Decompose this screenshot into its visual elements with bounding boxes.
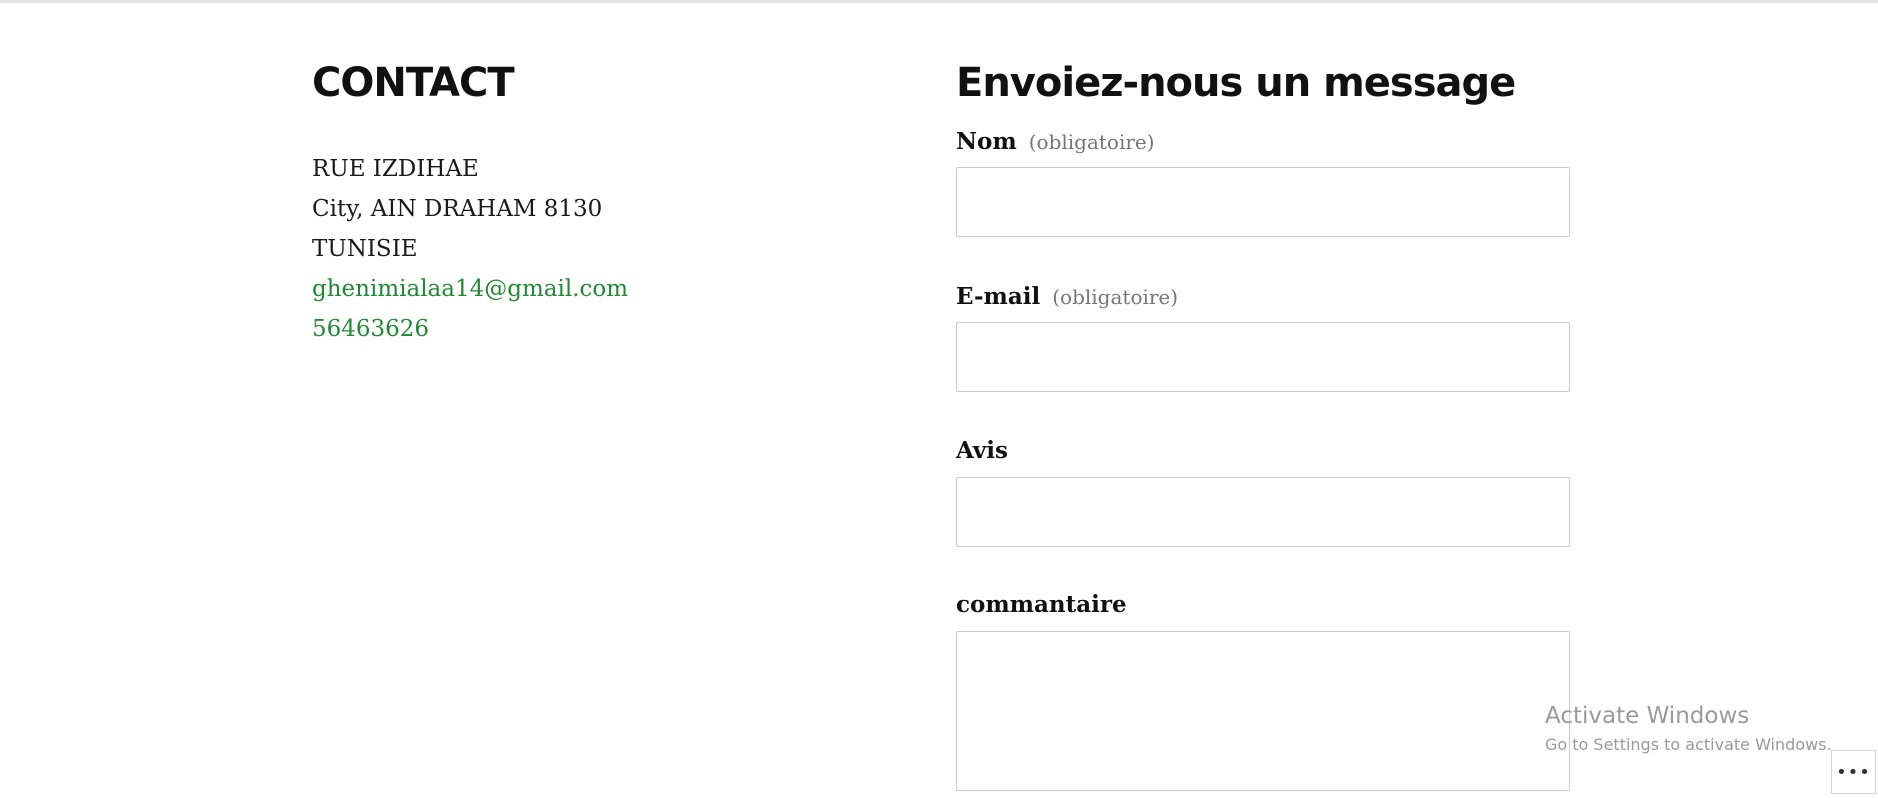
top-divider: [0, 0, 1878, 3]
comment-label: commantaire: [956, 591, 1127, 618]
ellipsis-icon: •••: [1836, 761, 1871, 783]
watermark-title: Activate Windows: [1545, 703, 1750, 729]
watermark-subtitle: Go to Settings to activate Windows.: [1545, 735, 1832, 754]
email-label-text: E-mail: [956, 283, 1041, 310]
address-line-2: City, AIN DRAHAM 8130: [312, 196, 603, 222]
contact-title: CONTACT: [312, 60, 515, 106]
contact-section: CONTACT RUE IZDIHAE City, AIN DRAHAM 813…: [312, 55, 872, 349]
more-options-button[interactable]: •••: [1831, 750, 1876, 794]
email-input[interactable]: [956, 322, 1570, 392]
form-title: Envoiez-nous un message: [956, 60, 1516, 106]
address-line-1: RUE IZDIHAE: [312, 156, 479, 182]
name-required-hint: (obligatoire): [1028, 130, 1155, 154]
name-label-text: Nom: [956, 128, 1017, 155]
name-label: Nom (obligatoire): [956, 127, 1570, 157]
email-label: E-mail (obligatoire): [956, 282, 1570, 312]
email-field-group: E-mail (obligatoire): [956, 282, 1570, 392]
contact-address: RUE IZDIHAE City, AIN DRAHAM 8130 TUNISI…: [312, 149, 872, 349]
comment-textarea[interactable]: [956, 631, 1570, 791]
avis-label: Avis: [956, 437, 1008, 464]
comment-field-group: commantaire: [956, 590, 1570, 791]
message-form-section: Envoiez-nous un message Nom (obligatoire…: [956, 55, 1570, 791]
avis-field-group: Avis: [956, 436, 1570, 547]
phone-link[interactable]: 56463626: [312, 309, 872, 349]
address-country: TUNISIE: [312, 236, 418, 262]
name-field-group: Nom (obligatoire): [956, 127, 1570, 237]
avis-input[interactable]: [956, 477, 1570, 547]
activate-windows-watermark: Activate Windows Go to Settings to activ…: [1545, 700, 1845, 758]
email-required-hint: (obligatoire): [1052, 285, 1179, 309]
name-input[interactable]: [956, 167, 1570, 237]
email-link[interactable]: ghenimialaa14@gmail.com: [312, 269, 872, 309]
